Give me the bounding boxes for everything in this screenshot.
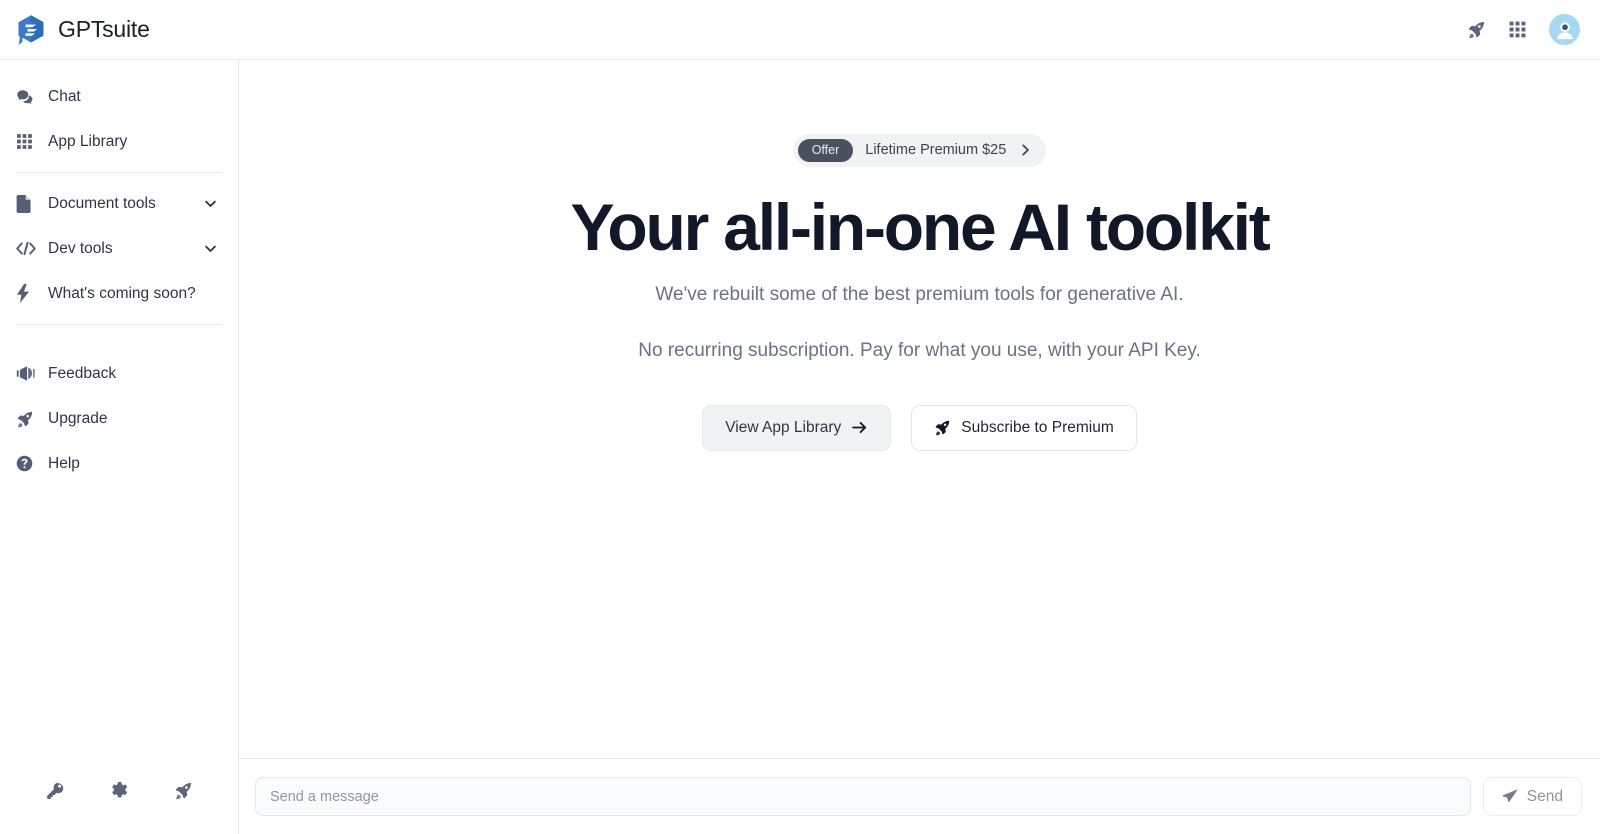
sidebar-item-label: Help xyxy=(48,454,80,472)
offer-banner[interactable]: Offer Lifetime Premium $25 xyxy=(792,134,1047,167)
offer-badge: Offer xyxy=(797,139,854,162)
message-composer: Send xyxy=(239,758,1600,834)
api-key-button[interactable] xyxy=(46,781,65,800)
sidebar-divider xyxy=(16,172,222,173)
app-body: Chat App Library Document tools Dev tool… xyxy=(0,60,1600,834)
rocket-icon xyxy=(934,419,951,436)
document-icon xyxy=(16,194,38,213)
sidebar-item-label: App Library xyxy=(48,132,128,150)
cta-row: View App Library Subscribe to Premium xyxy=(702,404,1137,451)
sidebar-item-label: Upgrade xyxy=(48,409,108,427)
sidebar: Chat App Library Document tools Dev tool… xyxy=(0,60,239,834)
sidebar-item-feedback[interactable]: Feedback xyxy=(0,351,238,396)
sidebar-item-label: Chat xyxy=(48,87,81,105)
question-circle-icon xyxy=(16,455,38,472)
send-button[interactable]: Send xyxy=(1482,777,1582,816)
sidebar-item-app-library[interactable]: App Library xyxy=(0,119,238,164)
sidebar-nav: Chat App Library Document tools Dev tool… xyxy=(0,74,238,764)
settings-button[interactable] xyxy=(110,781,129,800)
page-title: Your all-in-one AI toolkit xyxy=(570,189,1270,264)
upgrade-rocket-button[interactable] xyxy=(1467,20,1486,39)
chat-bubbles-icon xyxy=(16,88,38,106)
sidebar-item-label: Dev tools xyxy=(48,239,113,257)
sidebar-item-label: Feedback xyxy=(48,364,117,382)
sidebar-item-label: Document tools xyxy=(48,194,156,212)
app-root: GPTsuite Chat App Library Document tools… xyxy=(0,0,1600,834)
header-actions xyxy=(1467,14,1586,45)
view-app-library-label: View App Library xyxy=(725,418,842,436)
paper-plane-icon xyxy=(1502,788,1519,805)
main-area: Offer Lifetime Premium $25 Your all-in-o… xyxy=(239,60,1600,834)
code-brackets-icon xyxy=(16,240,38,257)
user-avatar[interactable] xyxy=(1549,14,1580,45)
chevron-down-icon[interactable] xyxy=(203,196,222,211)
app-header: GPTsuite xyxy=(0,0,1600,60)
subscribe-to-premium-button[interactable]: Subscribe to Premium xyxy=(911,404,1137,451)
sidebar-item-document-tools[interactable]: Document tools xyxy=(0,181,238,226)
message-input[interactable] xyxy=(255,777,1471,816)
send-button-label: Send xyxy=(1526,787,1563,805)
sidebar-divider xyxy=(16,324,222,325)
hero-subtitle: We've rebuilt some of the best premium t… xyxy=(655,283,1184,305)
megaphone-icon xyxy=(16,365,38,382)
subscribe-to-premium-label: Subscribe to Premium xyxy=(961,418,1114,436)
chevron-down-icon[interactable] xyxy=(203,241,222,256)
offer-text: Lifetime Premium $25 xyxy=(865,142,1007,159)
sidebar-item-dev-tools[interactable]: Dev tools xyxy=(0,226,238,271)
brand-name: GPTsuite xyxy=(58,16,150,42)
sidebar-item-help[interactable]: Help xyxy=(0,441,238,486)
sidebar-item-chat[interactable]: Chat xyxy=(0,74,238,119)
sidebar-item-upgrade[interactable]: Upgrade xyxy=(0,396,238,441)
cube-chat-logo-icon xyxy=(16,14,46,46)
view-app-library-button[interactable]: View App Library xyxy=(702,404,892,451)
sidebar-footer xyxy=(0,764,238,834)
sidebar-item-coming-soon[interactable]: What's coming soon? xyxy=(0,271,238,316)
brand[interactable]: GPTsuite xyxy=(16,14,150,46)
arrow-right-icon xyxy=(851,419,868,436)
rocket-icon xyxy=(16,410,38,428)
hero-subtitle-secondary: No recurring subscription. Pay for what … xyxy=(638,339,1201,361)
lightning-bolt-icon xyxy=(16,284,38,303)
hero-section: Offer Lifetime Premium $25 Your all-in-o… xyxy=(239,60,1600,758)
sidebar-item-label: What's coming soon? xyxy=(48,284,196,302)
apps-grid-button[interactable] xyxy=(1508,20,1527,39)
grid-icon xyxy=(16,133,38,150)
chevron-right-icon xyxy=(1018,143,1032,157)
upgrade-button[interactable] xyxy=(174,781,193,800)
